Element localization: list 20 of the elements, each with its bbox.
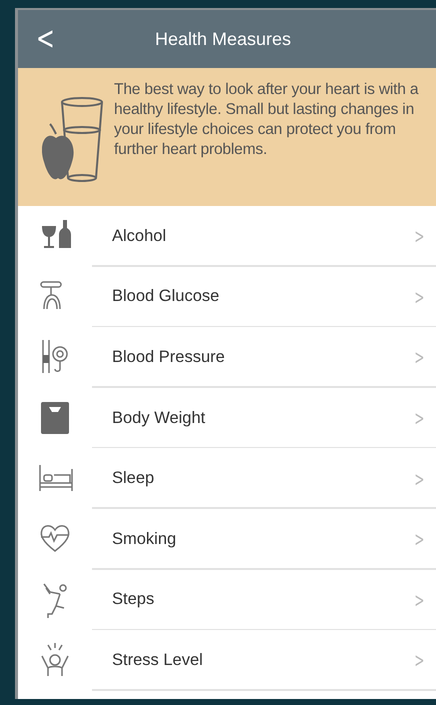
glass-and-apple-icon: [42, 96, 106, 184]
measure-label[interactable]: Blood Glucose: [112, 287, 412, 306]
measure-label[interactable]: Stress Level: [112, 650, 412, 670]
screen-title: Health Measures: [154, 28, 292, 50]
measure-label[interactable]: Smoking: [112, 530, 412, 549]
measure-label[interactable]: Blood Pressure: [112, 348, 412, 367]
chevron-icon: >: [414, 284, 425, 309]
intro-paragraph: The best way to look after your heart is with a healthy lifestyle. Small but lasting changes in your lifestyle choices can protect you from further heart problems.: [114, 80, 420, 160]
chevron-icon: >: [414, 466, 425, 491]
chevron-icon: >: [414, 406, 425, 430]
measure-label[interactable]: Sleep: [112, 469, 412, 488]
chevron-icon: >: [414, 527, 425, 552]
measure-label[interactable]: Body Weight: [112, 408, 412, 428]
measure-label[interactable]: Alcohol: [112, 226, 412, 246]
chevron-icon: >: [414, 588, 425, 612]
chevron-icon: >: [414, 648, 425, 672]
chevron-icon: >: [414, 224, 425, 248]
back-button[interactable]: <: [33, 20, 58, 56]
measure-label[interactable]: Steps: [112, 590, 412, 610]
chevron-icon: >: [414, 345, 425, 370]
